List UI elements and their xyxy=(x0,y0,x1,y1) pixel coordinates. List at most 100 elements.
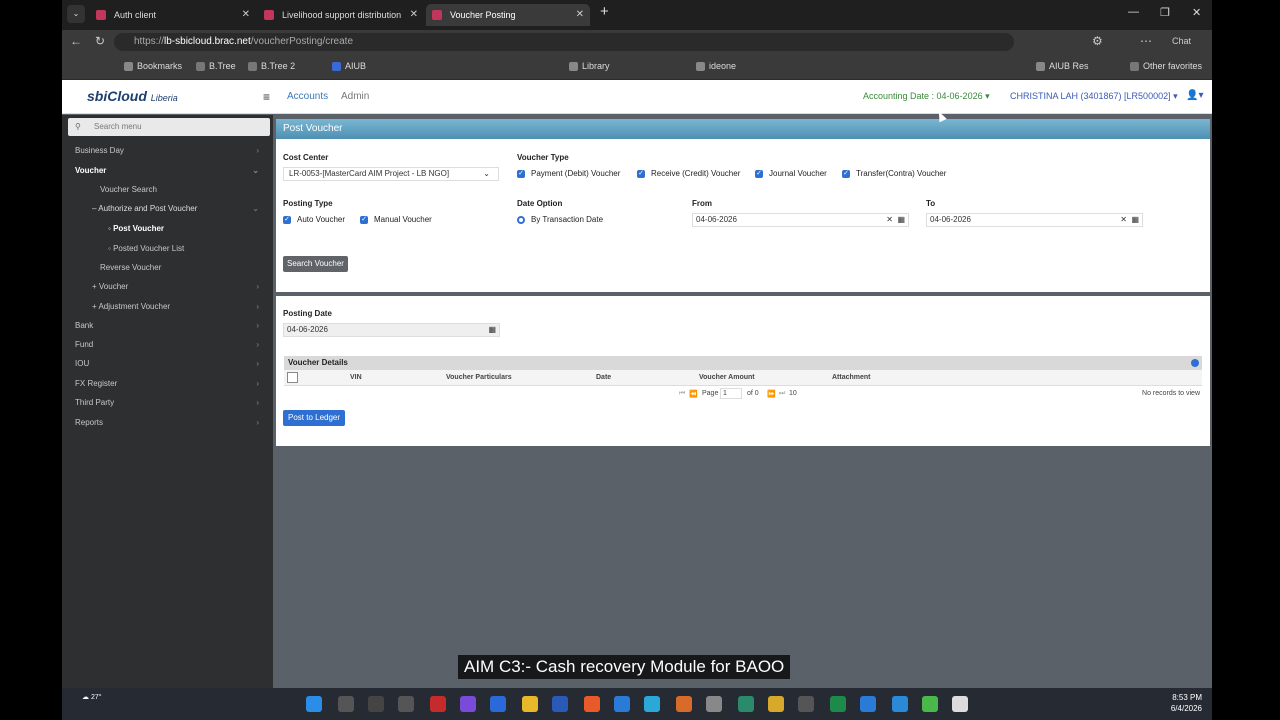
copilot-icon[interactable] xyxy=(460,696,476,712)
page-size-select[interactable]: 10 xyxy=(789,390,797,397)
bookmark-bookmarks[interactable]: Bookmarks xyxy=(124,61,182,71)
vscode-icon[interactable] xyxy=(614,696,630,712)
sidebar-item-reverse-voucher[interactable]: Reverse Voucher xyxy=(100,263,265,272)
notepad-icon[interactable] xyxy=(892,696,908,712)
to-date-input[interactable]: 04-06-2026 ✕ ▦ xyxy=(926,213,1143,227)
app-icon[interactable] xyxy=(860,696,876,712)
checkbox-transfer[interactable]: ✓ Transfer(Contra) Voucher xyxy=(842,169,946,178)
checkbox-auto[interactable]: ✓ Auto Voucher xyxy=(283,215,345,224)
sidebar-item-bank[interactable]: Bank › xyxy=(75,321,265,330)
bookmark-library[interactable]: Library xyxy=(569,61,610,71)
tab-actions-icon[interactable]: ⌄ xyxy=(67,5,85,23)
select-all-checkbox[interactable] xyxy=(287,372,298,383)
close-tab-icon[interactable]: ✕ xyxy=(410,9,418,20)
app-icon[interactable] xyxy=(552,696,568,712)
bookmark-aiub[interactable]: AIUB xyxy=(332,61,366,71)
hamburger-icon[interactable]: ≡ xyxy=(263,90,270,104)
sidebar-item-adjustment[interactable]: + Adjustment Voucher › xyxy=(92,302,265,311)
last-page-icon[interactable]: ⏭ xyxy=(779,390,785,398)
page-number-input[interactable]: 1 xyxy=(720,388,742,399)
close-window-icon[interactable]: ✕ xyxy=(1192,6,1201,19)
clock[interactable]: 8:53 PM 6/4/2026 xyxy=(1171,692,1202,714)
menu-accounts[interactable]: Accounts xyxy=(287,91,328,102)
terminal-icon[interactable] xyxy=(798,696,814,712)
clear-icon[interactable]: ✕ xyxy=(1120,214,1127,226)
menu-admin[interactable]: Admin xyxy=(341,91,369,102)
sidebar-item-fund[interactable]: Fund › xyxy=(75,340,265,349)
sidebar-item-voucher[interactable]: Voucher ⌄ xyxy=(75,166,265,175)
taskbar: ☁ 27° 8:53 PM 6/4/2026 xyxy=(62,688,1212,720)
address-bar[interactable]: https://lb-sbicloud.brac.net/voucherPost… xyxy=(114,33,1014,51)
logo[interactable]: sbiCloud Liberia xyxy=(87,88,178,104)
excel-icon[interactable] xyxy=(830,696,846,712)
checkbox-journal[interactable]: ✓ Journal Voucher xyxy=(755,169,827,178)
task-view-icon[interactable] xyxy=(368,696,384,712)
chatgpt-icon[interactable] xyxy=(706,696,722,712)
bookmark-other[interactable]: Other favorites xyxy=(1130,61,1202,71)
cost-center-select[interactable]: LR-0053-[MasterCard AIM Project - LB NGO… xyxy=(283,167,499,181)
first-page-icon[interactable]: ⏮ xyxy=(679,390,685,398)
new-tab-icon[interactable]: + xyxy=(600,3,609,20)
start-icon[interactable] xyxy=(306,696,322,712)
collapse-icon[interactable] xyxy=(1191,359,1199,367)
close-tab-icon[interactable]: ✕ xyxy=(576,9,584,20)
sidebar-item-fx-register[interactable]: FX Register › xyxy=(75,379,265,388)
next-page-icon[interactable]: ⏩ xyxy=(767,390,776,398)
tab-voucher-posting[interactable]: Voucher Posting ✕ xyxy=(426,4,590,26)
chat-button[interactable]: Chat xyxy=(1172,36,1191,46)
sidebar-item-iou[interactable]: IOU › xyxy=(75,359,265,368)
tab-livelihood[interactable]: Livelihood support distribution ✕ xyxy=(258,4,424,26)
search-menu-input[interactable]: ⚲ Search menu xyxy=(68,118,270,136)
app-icon[interactable] xyxy=(738,696,754,712)
tab-auth-client[interactable]: Auth client ✕ xyxy=(90,4,256,26)
post-to-ledger-button[interactable]: Post to Ledger xyxy=(283,410,346,426)
checkbox-receive[interactable]: ✓ Receive (Credit) Voucher xyxy=(637,169,740,178)
sidebar-item-post-voucher[interactable]: ◦ Post Voucher xyxy=(108,224,265,233)
edge-icon[interactable] xyxy=(644,696,660,712)
sidebar-item-voucher-sub[interactable]: + Voucher › xyxy=(92,282,265,291)
more-icon[interactable]: ⋯ xyxy=(1140,34,1152,48)
extensions-icon[interactable]: ⚙ xyxy=(1092,34,1103,48)
clear-icon[interactable]: ✕ xyxy=(886,214,893,226)
user-icon[interactable]: 👤▾ xyxy=(1186,90,1203,101)
user-dropdown[interactable]: CHRISTINA LAH (3401867) [LR500002] ▾ xyxy=(1010,91,1178,102)
refresh-icon[interactable]: ↻ xyxy=(95,34,105,48)
back-icon[interactable]: ← xyxy=(70,34,82,48)
minimize-icon[interactable]: — xyxy=(1128,6,1139,18)
sidebar-item-third-party[interactable]: Third Party › xyxy=(75,398,265,407)
bookmark-btree2[interactable]: B.Tree 2 xyxy=(248,61,295,71)
radio-transaction-date[interactable]: By Transaction Date xyxy=(517,215,603,224)
restore-icon[interactable]: ❐ xyxy=(1160,6,1170,19)
globe-icon xyxy=(124,61,133,71)
calendar-icon[interactable]: ▦ xyxy=(897,214,905,226)
app-icon[interactable] xyxy=(952,696,968,712)
sidebar-item-posted-list[interactable]: ◦ Posted Voucher List xyxy=(108,244,265,253)
sidebar-item-authorize-post[interactable]: – Authorize and Post Voucher ⌄ xyxy=(92,204,265,213)
bookmark-btree[interactable]: B.Tree xyxy=(196,61,236,71)
store-icon[interactable] xyxy=(398,696,414,712)
search-voucher-button[interactable]: Search Voucher xyxy=(283,256,348,272)
accounting-date-dropdown[interactable]: Accounting Date : 04-06-2026 ▾ xyxy=(863,91,990,102)
chrome-icon[interactable] xyxy=(768,696,784,712)
posting-date-input[interactable]: 04-06-2026 ▦ xyxy=(283,323,500,337)
file-explorer-icon[interactable] xyxy=(522,696,538,712)
outlook-icon[interactable] xyxy=(490,696,506,712)
weather-widget[interactable]: ☁ 27° xyxy=(82,693,102,701)
checkbox-payment[interactable]: ✓ Payment (Debit) Voucher xyxy=(517,169,620,178)
calendar-icon[interactable]: ▦ xyxy=(488,324,496,336)
sidebar-item-voucher-search[interactable]: Voucher Search xyxy=(100,185,265,194)
brave-icon[interactable] xyxy=(584,696,600,712)
from-date-input[interactable]: 04-06-2026 ✕ ▦ xyxy=(692,213,909,227)
search-icon[interactable] xyxy=(338,696,354,712)
prev-page-icon[interactable]: ⏪ xyxy=(689,390,698,398)
app-icon[interactable] xyxy=(676,696,692,712)
sidebar-item-reports[interactable]: Reports › xyxy=(75,418,265,427)
app-icon[interactable] xyxy=(922,696,938,712)
calendar-icon[interactable]: ▦ xyxy=(1131,214,1139,226)
sidebar-item-business-day[interactable]: Business Day › xyxy=(75,146,265,155)
close-tab-icon[interactable]: ✕ xyxy=(242,9,250,20)
bookmark-ideone[interactable]: ideone xyxy=(696,61,736,71)
checkbox-manual[interactable]: ✓ Manual Voucher xyxy=(360,215,432,224)
bookmark-aiub-res[interactable]: AIUB Res xyxy=(1036,61,1089,71)
netflix-icon[interactable] xyxy=(430,696,446,712)
